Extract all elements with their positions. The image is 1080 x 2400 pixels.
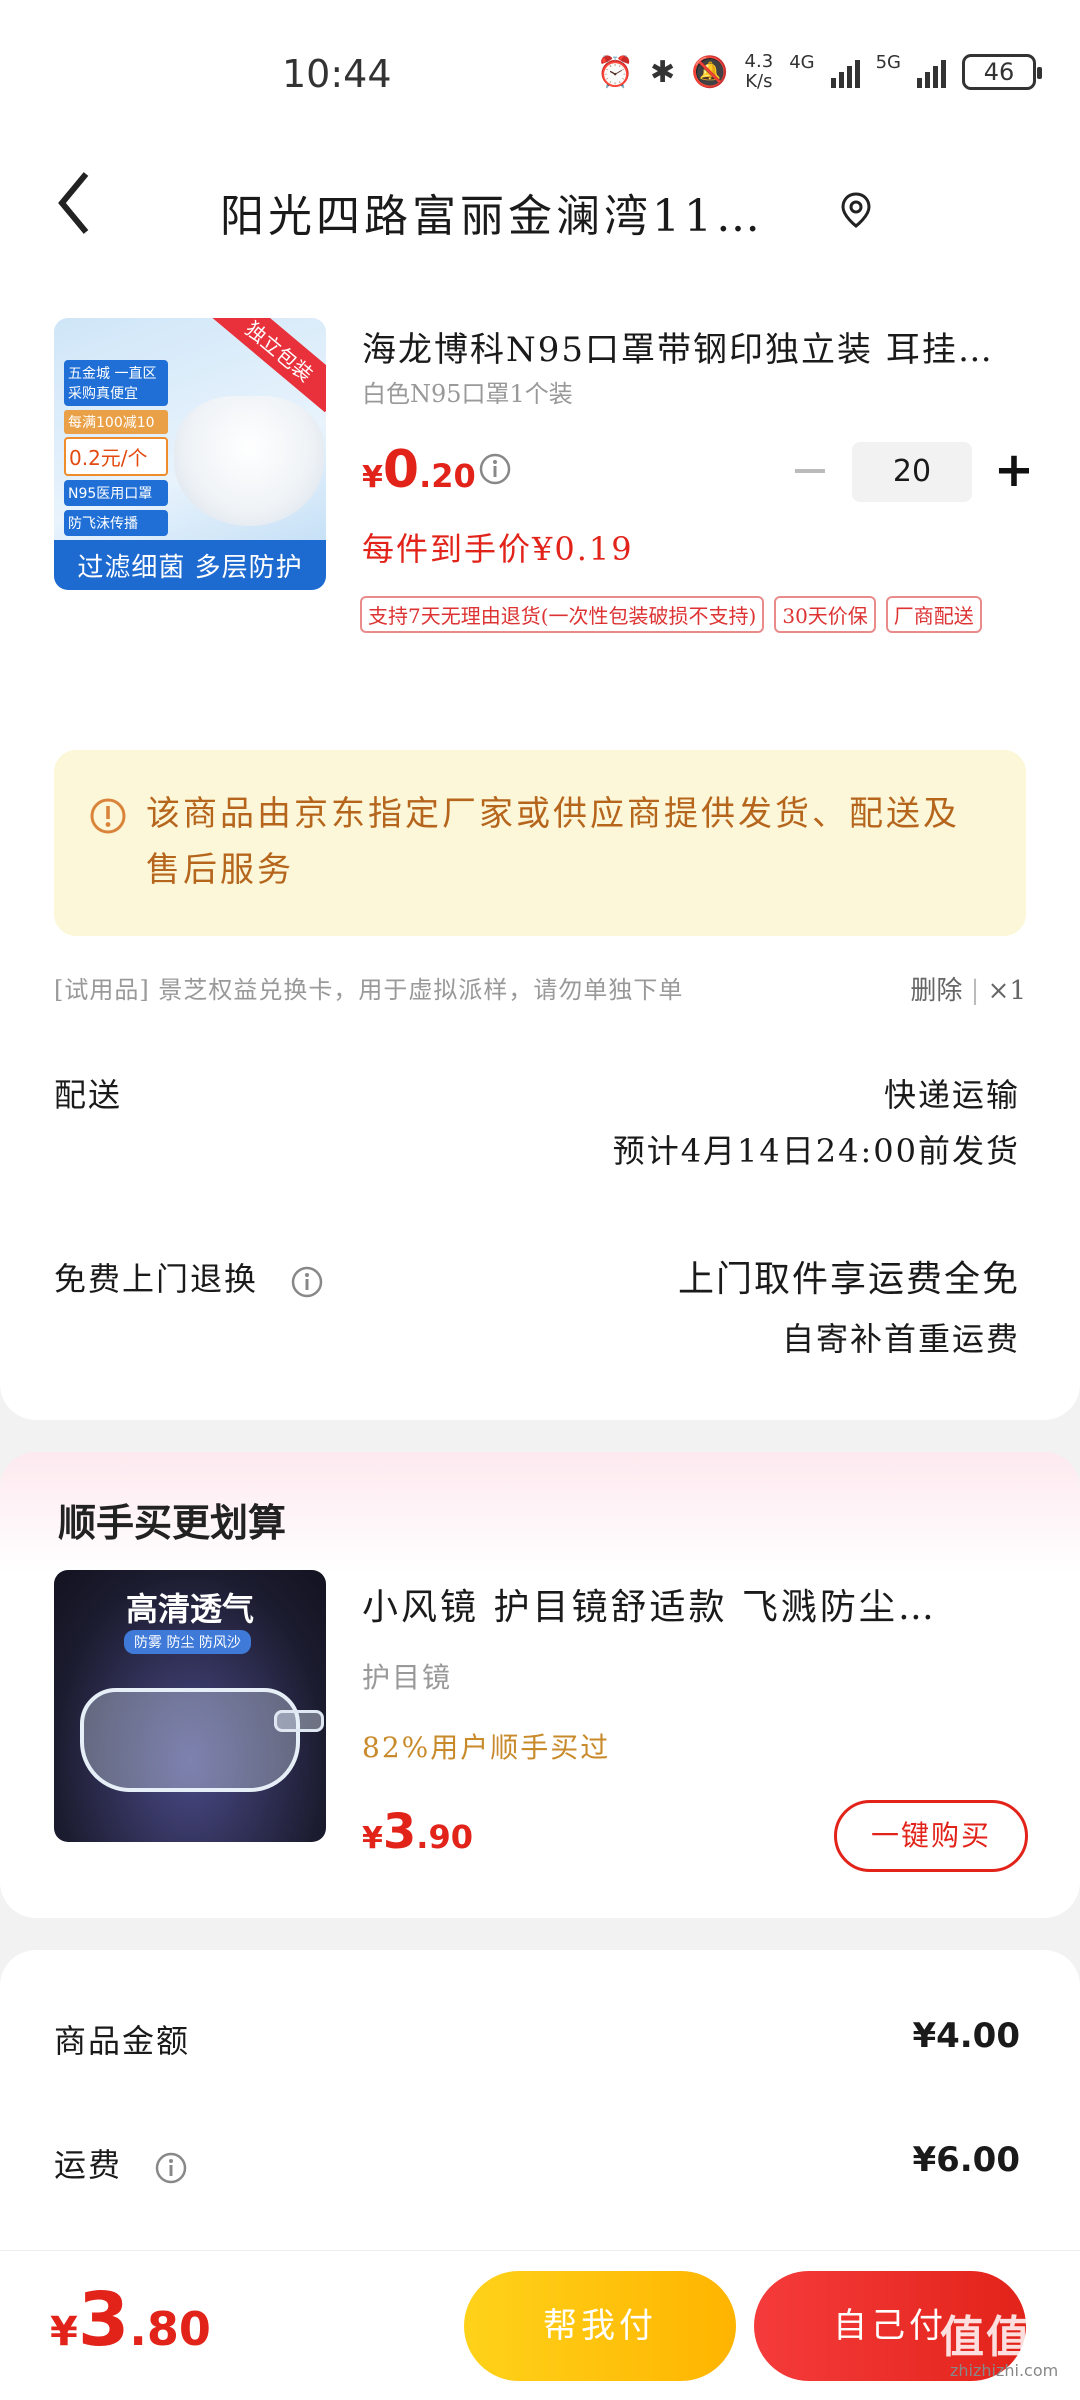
product-title[interactable]: 海龙博科N95口罩带钢印独立装 耳挂… (362, 322, 1022, 371)
recommend-product-image[interactable]: 高清透气 防雾 防尘 防风沙 (54, 1570, 326, 1842)
alarm-icon: ⏰ (596, 54, 635, 90)
one-click-buy-button[interactable]: 一键购买 (834, 1800, 1028, 1872)
free-return-sub: 自寄补首重运费 (781, 1320, 1020, 1358)
delivery-method[interactable]: 快递运输 (884, 1070, 1020, 1116)
info-icon (90, 798, 126, 834)
quantity-increase-button[interactable]: + (984, 442, 1044, 502)
recommend-product-name[interactable]: 小风镜 护目镜舒适款 飞溅防尘… (362, 1578, 1022, 1630)
recommend-image-title: 高清透气 (125, 1590, 254, 1628)
chevron-left-icon (58, 172, 89, 234)
location-pin-icon[interactable] (836, 190, 876, 230)
recommend-card: 顺手买更划算 高清透气 防雾 防尘 防风沙 小风镜 护目镜舒适款 飞溅防尘… 护… (0, 1452, 1080, 1918)
address-title[interactable]: 阳光四路富丽金澜湾11… (220, 180, 800, 244)
back-button[interactable] (54, 168, 114, 248)
free-return-main[interactable]: 上门取件享运费全免 (678, 1250, 1020, 1302)
quantity-decrease-button[interactable]: − (780, 442, 840, 502)
signal-icon (830, 56, 860, 88)
quantity-input[interactable]: 20 (852, 442, 972, 502)
shipping-row: 运费 (54, 2140, 188, 2186)
info-icon[interactable] (154, 2151, 188, 2185)
notice-text: 该商品由京东指定厂家或供应商提供发货、配送及售后服务 (146, 794, 960, 890)
price-info-icon[interactable] (478, 452, 512, 486)
recommend-title: 顺手买更划算 (58, 1501, 287, 1545)
watermark-logo: 值值值 (940, 2312, 1078, 2363)
product-spec[interactable]: 白色N95口罩1个装 (362, 374, 573, 409)
watermark-url: zhizhizhi.com (950, 2361, 1059, 2380)
supplier-notice: 该商品由京东指定厂家或供应商提供发货、配送及售后服务 (54, 750, 1026, 936)
unit-price: 每件到手价¥0.19 (362, 530, 634, 568)
status-bar: 10:44 ⏰ ✱ 🔕 4.3 K/s 4G 5G 46 (0, 0, 1080, 150)
goods-amount-value: ¥4.00 (912, 2016, 1020, 2056)
shipping-label: 运费 (54, 2146, 123, 2184)
info-icon[interactable] (290, 1265, 324, 1299)
recommend-product-category: 护目镜 (362, 1661, 453, 1694)
product-image[interactable]: 独立包装 五金城 一直区 采购真便宜 每满100减10 0.2元/个 N95医用… (54, 318, 326, 590)
trial-item-count: ×1 (987, 976, 1026, 1006)
signal-4g-label: 4G (789, 52, 815, 73)
delivery-label: 配送 (54, 1076, 123, 1114)
battery-icon: 46 (962, 54, 1042, 90)
status-icons: ⏰ ✱ 🔕 4.3 K/s 4G 5G 46 (596, 51, 1042, 92)
signal-5g-label: 5G (875, 52, 901, 73)
price-summary: 商品金额 ¥4.00 运费 ¥6.00 (0, 1950, 1080, 2250)
goods-amount-label: 商品金额 (54, 2022, 191, 2060)
free-return-label: 免费上门退换 (54, 1260, 259, 1298)
delete-button[interactable]: 删除 (910, 976, 962, 1006)
order-card: 独立包装 五金城 一直区 采购真便宜 每满100减10 0.2元/个 N95医用… (0, 270, 1080, 1420)
network-speed: 4.3 K/s (744, 51, 774, 92)
signal-icon-2 (917, 56, 946, 88)
product-image-promo: 五金城 一直区 采购真便宜 每满100减10 0.2元/个 N95医用口罩 防飞… (64, 360, 168, 540)
service-tag: 30天价保 (774, 596, 876, 633)
help-me-pay-button[interactable]: 帮我付 (464, 2271, 736, 2381)
mask-illustration (174, 396, 324, 526)
free-return-row: 免费上门退换 (54, 1254, 324, 1300)
bluetooth-icon: ✱ (650, 54, 676, 90)
recommend-price: ¥3.90 (362, 1804, 473, 1860)
service-tags: 支持7天无理由退货(一次性包装破损不支持) 30天价保 厂商配送 (360, 596, 1040, 633)
recommend-image-sub: 防雾 防尘 防风沙 (124, 1630, 251, 1654)
shipping-value: ¥6.00 (912, 2140, 1020, 2180)
trial-item-actions: 删除 | ×1 (910, 976, 1026, 1006)
status-time: 10:44 (282, 52, 392, 96)
goggles-strap-illustration (274, 1710, 324, 1732)
header: 阳光四路富丽金澜湾11… (0, 150, 1080, 270)
product-price: ¥0.20 (362, 440, 476, 500)
service-tag: 支持7天无理由退货(一次性包装破损不支持) (360, 596, 765, 633)
product-image-caption: 过滤细菌 多层防护 (54, 540, 326, 590)
checkout-bar: ¥3.80 帮我付 自己付 值值值 zhizhizhi.com (0, 2250, 1080, 2400)
delivery-estimate: 预计4月14日24:00前发货 (612, 1132, 1020, 1170)
goggles-illustration (80, 1688, 300, 1792)
service-tag: 厂商配送 (885, 596, 982, 633)
mute-icon: 🔕 (691, 54, 729, 90)
total-price: ¥3.80 (50, 2277, 211, 2363)
trial-item-text: [试用品] 景芝权益兑换卡，用于虚拟派样，请勿单独下单 (54, 976, 684, 1004)
recommend-bought-stat: 82%用户顺手买过 (362, 1731, 611, 1764)
quantity-stepper: − 20 + (780, 442, 1044, 502)
